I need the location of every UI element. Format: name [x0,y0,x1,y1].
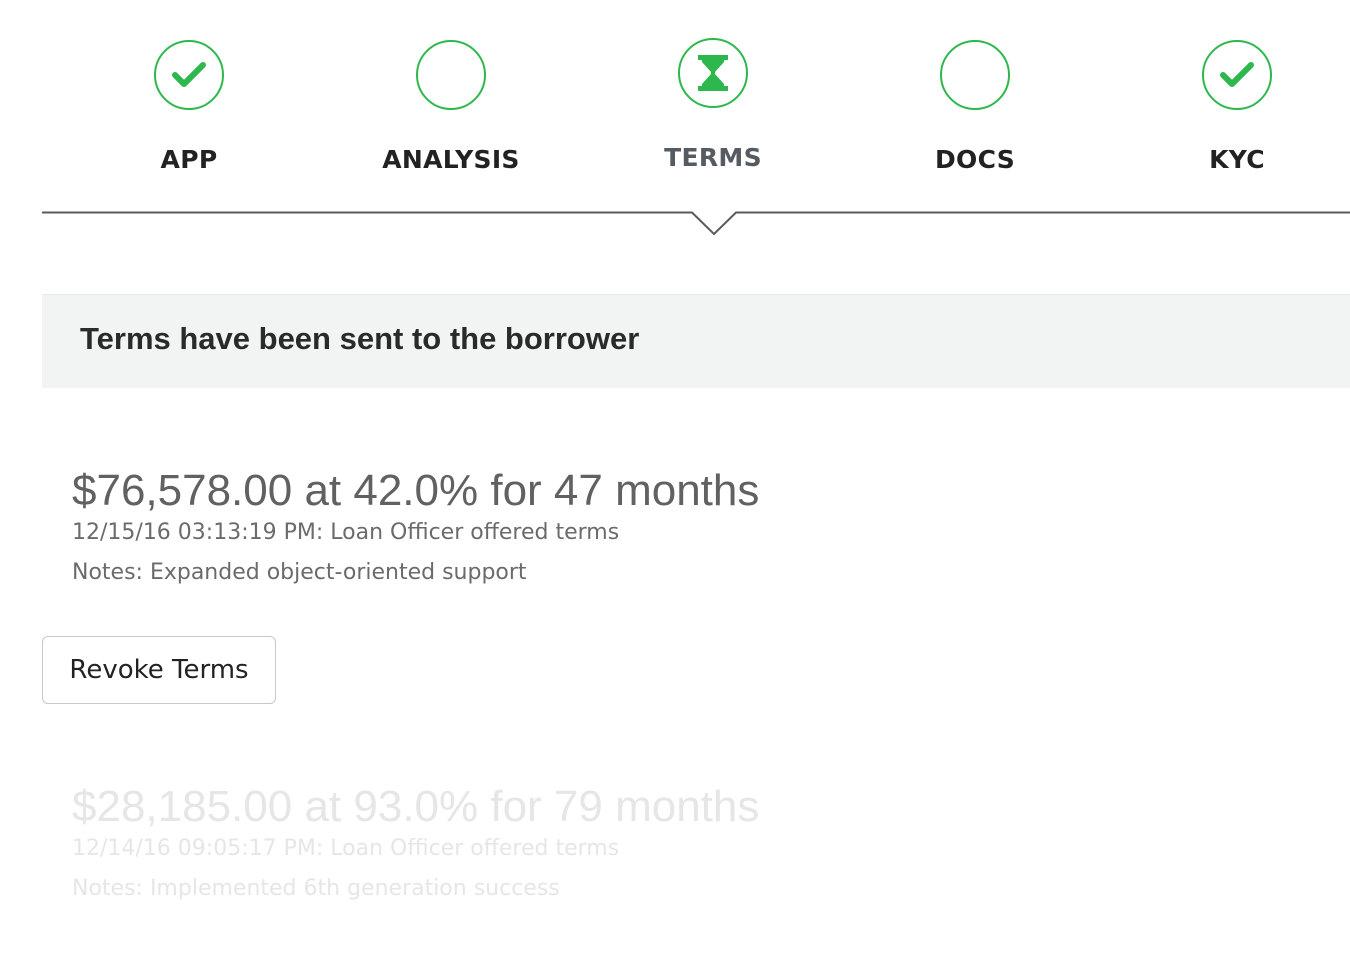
status-banner-message: Terms have been sent to the borrower [80,321,640,356]
step-kyc[interactable]: KYC [1106,0,1350,200]
step-app-label: APP [160,145,218,174]
previous-offer: $28,185.00 at 93.0% for 79 months 12/14/… [72,782,759,903]
step-app[interactable]: APP [58,0,320,200]
step-kyc-label: KYC [1209,145,1265,174]
offer-notes: Notes: Implemented 6th generation succes… [72,876,560,901]
check-icon [1220,62,1254,87]
empty-circle-icon [416,40,486,110]
step-terms[interactable]: TERMS [582,0,844,200]
offer-timestamp: 12/14/16 09:05:17 PM: Loan Officer offer… [72,836,620,861]
empty-circle-icon [940,40,1010,110]
offer-title: $28,185.00 at 93.0% for 79 months [72,782,760,831]
hourglass-icon [698,55,728,91]
step-terms-status [678,38,748,108]
step-analysis-label: ANALYSIS [382,145,520,174]
step-kyc-status [1202,40,1272,110]
revoke-terms-button[interactable]: Revoke Terms [42,636,276,704]
check-icon [172,62,206,87]
offer-title: $76,578.00 at 42.0% for 47 months [72,466,760,515]
offer-timestamp: 12/15/16 03:13:19 PM: Loan Officer offer… [72,520,620,545]
stepper-divider-with-pointer [42,211,1350,236]
offer-notes: Notes: Expanded object-oriented support [72,560,527,585]
progress-stepper: APP ANALYSIS TERMS DOCS KYC [42,0,1350,240]
current-offer: $76,578.00 at 42.0% for 47 months 12/15/… [72,466,759,587]
step-docs-label: DOCS [934,145,1016,174]
step-docs[interactable]: DOCS [844,0,1106,200]
step-app-status [154,40,224,110]
step-analysis[interactable]: ANALYSIS [320,0,582,200]
step-terms-label: TERMS [664,143,762,172]
status-banner: Terms have been sent to the borrower [42,294,1350,388]
